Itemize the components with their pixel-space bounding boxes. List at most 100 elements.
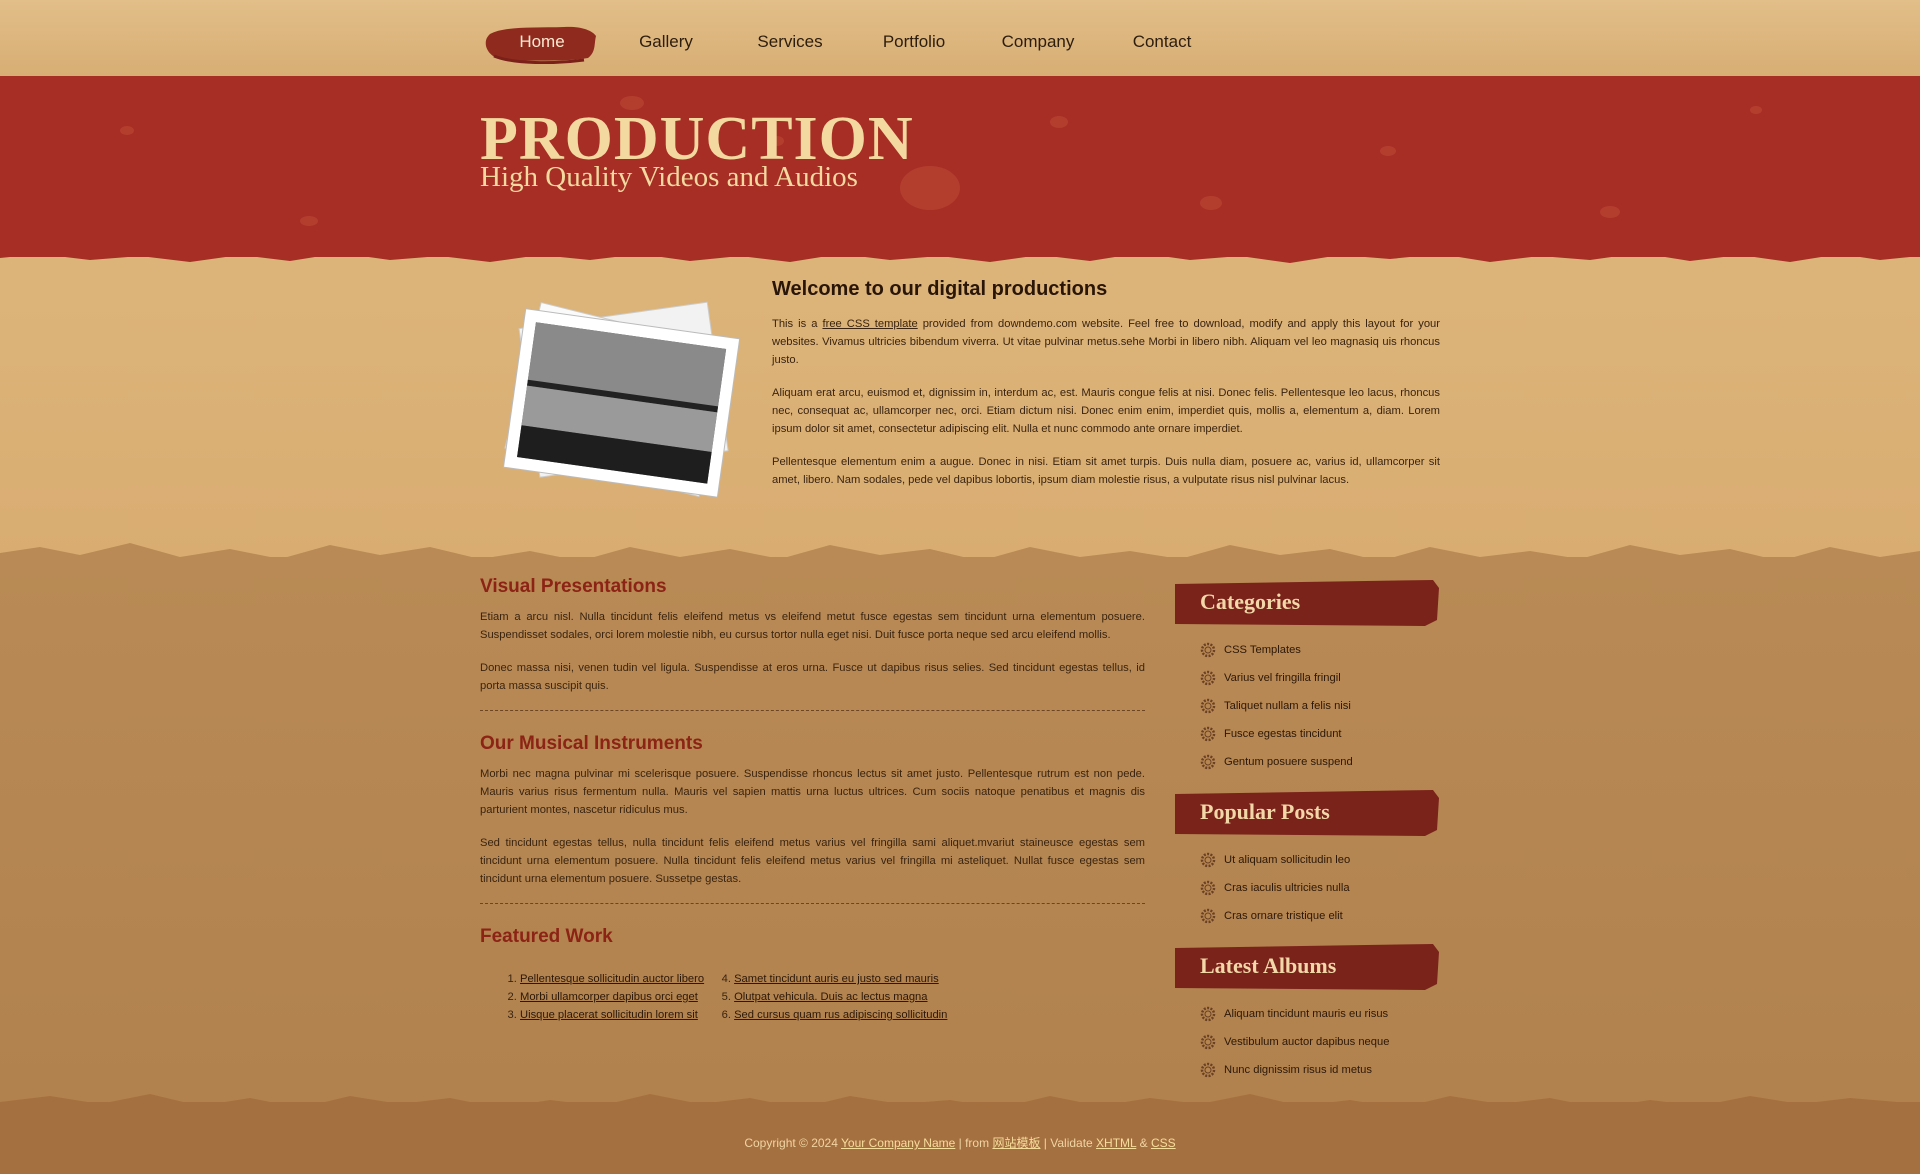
gear-icon xyxy=(1200,726,1216,742)
photo-stack-image xyxy=(502,301,741,498)
featured-list-2: Samet tincidunt auris eu justo sed mauri… xyxy=(704,970,947,1024)
featured-link[interactable]: Uisque placerat sollicitudin lorem sit xyxy=(520,1009,698,1021)
musical-instruments-heading: Our Musical Instruments xyxy=(480,733,703,754)
main-content: Visual Presentations Etiam a arcu nisl. … xyxy=(480,576,1145,1024)
list-item: Pellentesque sollicitudin auctor libero xyxy=(520,970,704,988)
category-label: Taliquet nullam a felis nisi xyxy=(1224,700,1351,712)
torn-edge xyxy=(0,1094,1920,1116)
paint-spot xyxy=(1600,206,1620,218)
section-divider xyxy=(480,710,1145,711)
list-item: Samet tincidunt auris eu justo sed mauri… xyxy=(734,970,947,988)
torn-edge xyxy=(0,246,1920,263)
featured-work-lists: Pellentesque sollicitudin auctor libero … xyxy=(480,970,1145,1024)
featured-link[interactable]: Samet tincidunt auris eu justo sed mauri… xyxy=(734,973,939,985)
template-source-link[interactable]: 网站模板 xyxy=(992,1136,1040,1150)
list-item[interactable]: Nunc dignissim risus id metus xyxy=(1175,1056,1440,1084)
list-item: Sed cursus quam rus adipiscing sollicitu… xyxy=(734,1006,947,1024)
music-paragraph-1: Morbi nec magna pulvinar mi scelerisque … xyxy=(480,768,1145,816)
sidebar: Categories CSS Templates Varius vel frin… xyxy=(1175,580,1440,1098)
gear-icon xyxy=(1200,754,1216,770)
nav-contact-label: Contact xyxy=(1132,32,1192,51)
nav-portfolio[interactable]: Portfolio xyxy=(852,20,976,64)
visual-paragraph-2: Donec massa nisi, venen tudin vel ligula… xyxy=(480,662,1145,692)
list-item[interactable]: Cras iaculis ultricies nulla xyxy=(1175,874,1440,902)
gear-icon xyxy=(1200,880,1216,896)
visual-paragraph-1: Etiam a arcu nisl. Nulla tincidunt felis… xyxy=(480,611,1145,641)
album-label: Nunc dignissim risus id metus xyxy=(1224,1064,1372,1076)
welcome-paragraph-2: Aliquam erat arcu, euismod et, dignissim… xyxy=(772,387,1440,435)
list-item[interactable]: Taliquet nullam a felis nisi xyxy=(1175,692,1440,720)
header-banner xyxy=(0,76,1920,257)
category-label: Varius vel fringilla fringil xyxy=(1224,672,1341,684)
list-item[interactable]: Ut aliquam sollicitudin leo xyxy=(1175,846,1440,874)
gear-icon xyxy=(1200,1062,1216,1078)
categories-header: Categories xyxy=(1175,580,1440,626)
nav-contact[interactable]: Contact xyxy=(1100,20,1224,64)
categories-list: CSS Templates Varius vel fringilla fring… xyxy=(1175,636,1440,776)
paint-spot xyxy=(300,216,318,226)
gear-icon xyxy=(1200,698,1216,714)
nav-home[interactable]: Home xyxy=(480,20,604,64)
torn-edge xyxy=(0,543,1920,575)
list-item[interactable]: Aliquam tincidunt mauris eu risus xyxy=(1175,1000,1440,1028)
welcome-heading: Welcome to our digital productions xyxy=(772,278,1108,300)
list-item[interactable]: Gentum posuere suspend xyxy=(1175,748,1440,776)
footer-amp: & xyxy=(1136,1136,1151,1150)
paint-spot xyxy=(1380,146,1396,156)
welcome-paragraph-3: Pellentesque elementum enim a augue. Don… xyxy=(772,456,1440,486)
footer-from-text: | from xyxy=(955,1136,993,1150)
welcome-section: Welcome to our digital productions This … xyxy=(772,278,1440,504)
gear-icon xyxy=(1200,1034,1216,1050)
nav-portfolio-label: Portfolio xyxy=(882,32,946,51)
album-label: Aliquam tincidunt mauris eu risus xyxy=(1224,1008,1389,1020)
nav-services[interactable]: Services xyxy=(728,20,852,64)
popular-posts-title: Popular Posts xyxy=(1200,799,1330,824)
site-subtitle: High Quality Videos and Audios xyxy=(480,161,858,193)
nav-company[interactable]: Company xyxy=(976,20,1100,64)
list-item[interactable]: Vestibulum auctor dapibus neque xyxy=(1175,1028,1440,1056)
footer: Copyright © 2024 Your Company Name | fro… xyxy=(0,1134,1920,1151)
copyright-text: Copyright © 2024 xyxy=(744,1136,842,1150)
list-item: Morbi ullamcorper dapibus orci eget xyxy=(520,988,704,1006)
gear-icon xyxy=(1200,852,1216,868)
company-link[interactable]: Your Company Name xyxy=(841,1136,955,1150)
nav-gallery-label: Gallery xyxy=(639,32,693,51)
list-item[interactable]: Varius vel fringilla fringil xyxy=(1175,664,1440,692)
category-label: Gentum posuere suspend xyxy=(1224,756,1353,768)
paint-spot xyxy=(1200,196,1222,210)
post-label: Ut aliquam sollicitudin leo xyxy=(1224,854,1351,866)
paint-spot xyxy=(120,126,134,135)
nav-gallery[interactable]: Gallery xyxy=(604,20,728,64)
nav-services-label: Services xyxy=(757,32,823,51)
xhtml-validate-link[interactable]: XHTML xyxy=(1096,1136,1136,1150)
featured-link[interactable]: Morbi ullamcorper dapibus orci eget xyxy=(520,991,698,1003)
list-item[interactable]: Cras ornare tristique elit xyxy=(1175,902,1440,930)
paint-spot xyxy=(1050,116,1068,128)
featured-link[interactable]: Olutpat vehicula. Duis ac lectus magna xyxy=(734,991,927,1003)
paint-spot xyxy=(1750,106,1762,114)
post-label: Cras iaculis ultricies nulla xyxy=(1224,882,1350,894)
visual-presentations-heading: Visual Presentations xyxy=(480,576,667,597)
welcome-paragraph-1: This is a free CSS template provided fro… xyxy=(772,315,1440,369)
list-item: Uisque placerat sollicitudin lorem sit xyxy=(520,1006,704,1024)
latest-albums-title: Latest Albums xyxy=(1200,953,1337,978)
list-item[interactable]: Fusce egestas tincidunt xyxy=(1175,720,1440,748)
css-validate-link[interactable]: CSS xyxy=(1151,1136,1176,1150)
featured-list-1: Pellentesque sollicitudin auctor libero … xyxy=(480,970,704,1024)
categories-title: Categories xyxy=(1200,589,1301,614)
popular-posts-header: Popular Posts xyxy=(1175,790,1440,836)
category-label: Fusce egestas tincidunt xyxy=(1224,728,1342,740)
featured-link[interactable]: Pellentesque sollicitudin auctor libero xyxy=(520,973,704,985)
latest-albums-header: Latest Albums xyxy=(1175,944,1440,990)
list-item[interactable]: CSS Templates xyxy=(1175,636,1440,664)
welcome-p1-text: This is a xyxy=(772,318,823,330)
gear-icon xyxy=(1200,642,1216,658)
free-css-template-link[interactable]: free CSS template xyxy=(822,318,917,330)
popular-posts-list: Ut aliquam sollicitudin leo Cras iaculis… xyxy=(1175,846,1440,930)
nav-company-label: Company xyxy=(1001,32,1075,51)
featured-link[interactable]: Sed cursus quam rus adipiscing sollicitu… xyxy=(734,1009,947,1021)
list-item: Olutpat vehicula. Duis ac lectus magna xyxy=(734,988,947,1006)
category-label: CSS Templates xyxy=(1224,644,1301,656)
gear-icon xyxy=(1200,670,1216,686)
latest-albums-list: Aliquam tincidunt mauris eu risus Vestib… xyxy=(1175,1000,1440,1084)
